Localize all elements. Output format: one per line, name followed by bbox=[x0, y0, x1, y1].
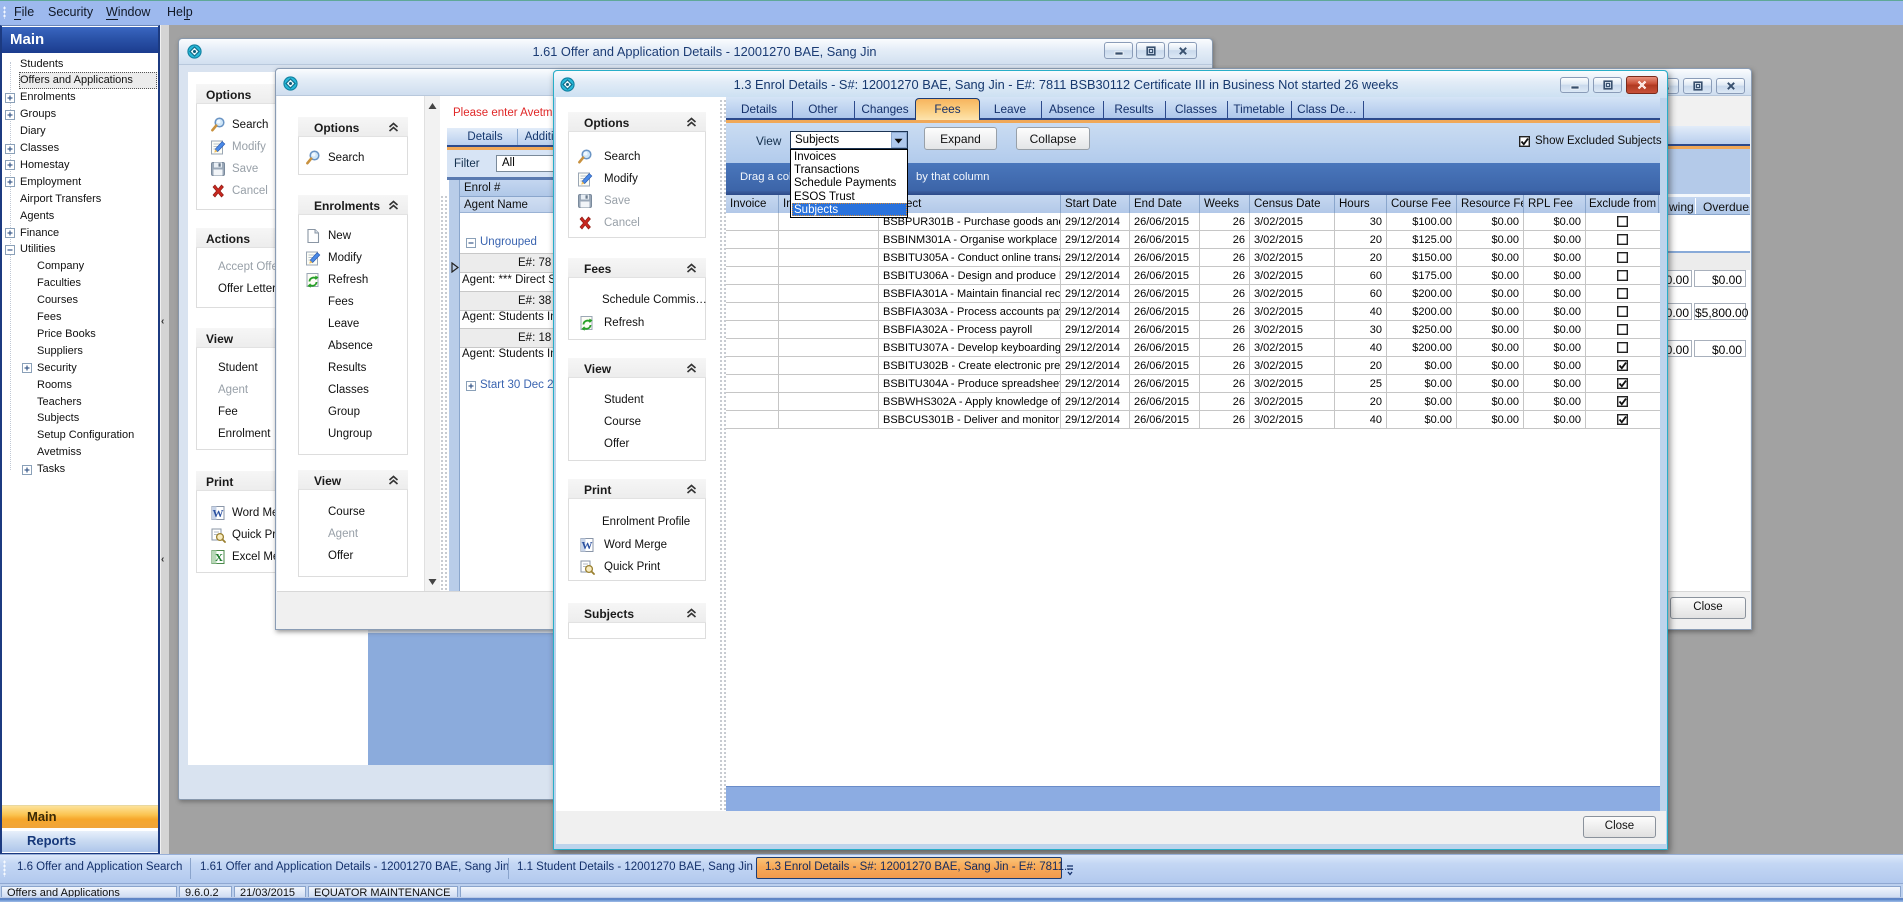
svg-text:W: W bbox=[213, 508, 224, 520]
svg-text:W: W bbox=[582, 540, 593, 552]
svg-text:X: X bbox=[215, 552, 223, 564]
